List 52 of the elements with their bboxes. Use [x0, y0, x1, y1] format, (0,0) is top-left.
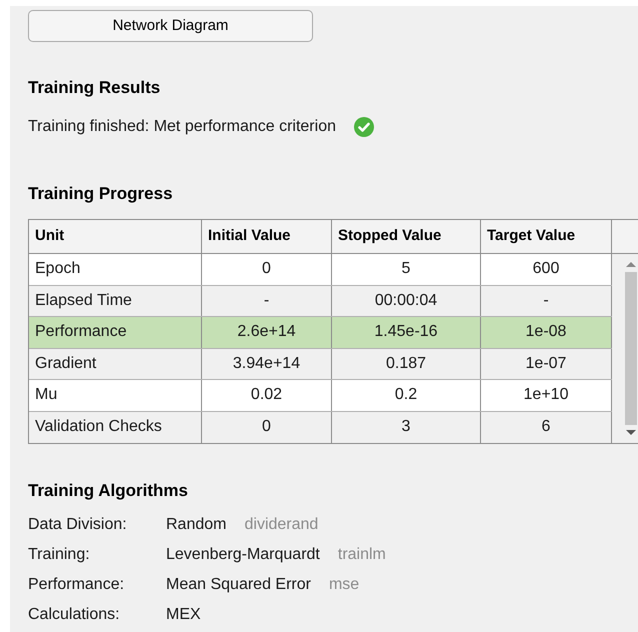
table-cell: 6	[481, 412, 612, 443]
table-cell: Mu	[29, 380, 202, 410]
table-cell: 1e-07	[481, 348, 612, 379]
function-name: dividerand	[244, 515, 318, 535]
algorithm-label: Training:	[28, 545, 91, 565]
table-cell: 1.45e-16	[332, 317, 481, 348]
scrollbar-thumb[interactable]	[625, 272, 637, 425]
table-cell: 0	[202, 254, 332, 284]
table-cell: 0.02	[202, 380, 332, 410]
function-name: trainlm	[338, 545, 386, 565]
column-header: Initial Value	[202, 220, 332, 253]
table-row[interactable]: Mu 0.02 0.2 1e+10	[29, 380, 612, 412]
scroll-up-icon[interactable]	[625, 260, 637, 268]
table-cell: -	[481, 286, 612, 316]
table-cell: Gradient	[29, 348, 202, 379]
algorithm-value: Mean Squared Error	[166, 575, 311, 595]
algorithm-label: Data Division:	[28, 515, 128, 535]
algorithm-value: Random	[166, 515, 226, 535]
table-cell: Validation Checks	[29, 412, 202, 443]
table-row[interactable]: Gradient 3.94e+14 0.187 1e-07	[29, 348, 612, 380]
status-text: Training finished: Met performance criterion	[28, 117, 336, 137]
table-cell: 00:00:04	[332, 286, 481, 316]
table-row[interactable]: Epoch 0 5 600	[29, 254, 612, 286]
table-row[interactable]: Validation Checks 0 3 6	[29, 412, 612, 443]
function-name: mse	[328, 575, 360, 595]
table-cell: -	[202, 286, 332, 316]
table-cell: Elapsed Time	[29, 286, 202, 316]
table-cell: 0.2	[332, 380, 481, 410]
network-diagram-button[interactable]: Network Diagram	[28, 10, 313, 42]
section-title: Training Results	[28, 77, 162, 99]
column-header: Unit	[29, 220, 202, 253]
column-header: Stopped Value	[332, 220, 481, 253]
section-title: Training Progress	[28, 183, 174, 205]
table-cell: 0.187	[332, 348, 481, 379]
table-cell: 1e-08	[481, 317, 612, 348]
table-row[interactable]: Elapsed Time - 00:00:04 -	[29, 286, 612, 317]
algorithm-value: MEX	[166, 605, 201, 625]
table-cell: 3	[332, 412, 481, 443]
table-cell: 600	[481, 254, 612, 284]
section-title: Training Algorithms	[28, 480, 189, 502]
algorithm-label: Calculations:	[28, 605, 121, 625]
table-cell: 1e+10	[481, 380, 612, 410]
algorithm-value: Levenberg-Marquardt	[166, 545, 320, 565]
table-cell: Epoch	[29, 254, 202, 284]
table-cell: 5	[332, 254, 481, 284]
table-cell: 2.6e+14	[202, 317, 332, 348]
table-cell: 3.94e+14	[202, 348, 332, 379]
table-cell: Performance	[29, 317, 202, 348]
table-row[interactable]: Performance 2.6e+14 1.45e-16 1e-08	[29, 317, 612, 348]
table-cell: 0	[202, 412, 332, 443]
scroll-down-icon[interactable]	[625, 429, 637, 437]
algorithm-label: Performance:	[28, 575, 126, 595]
